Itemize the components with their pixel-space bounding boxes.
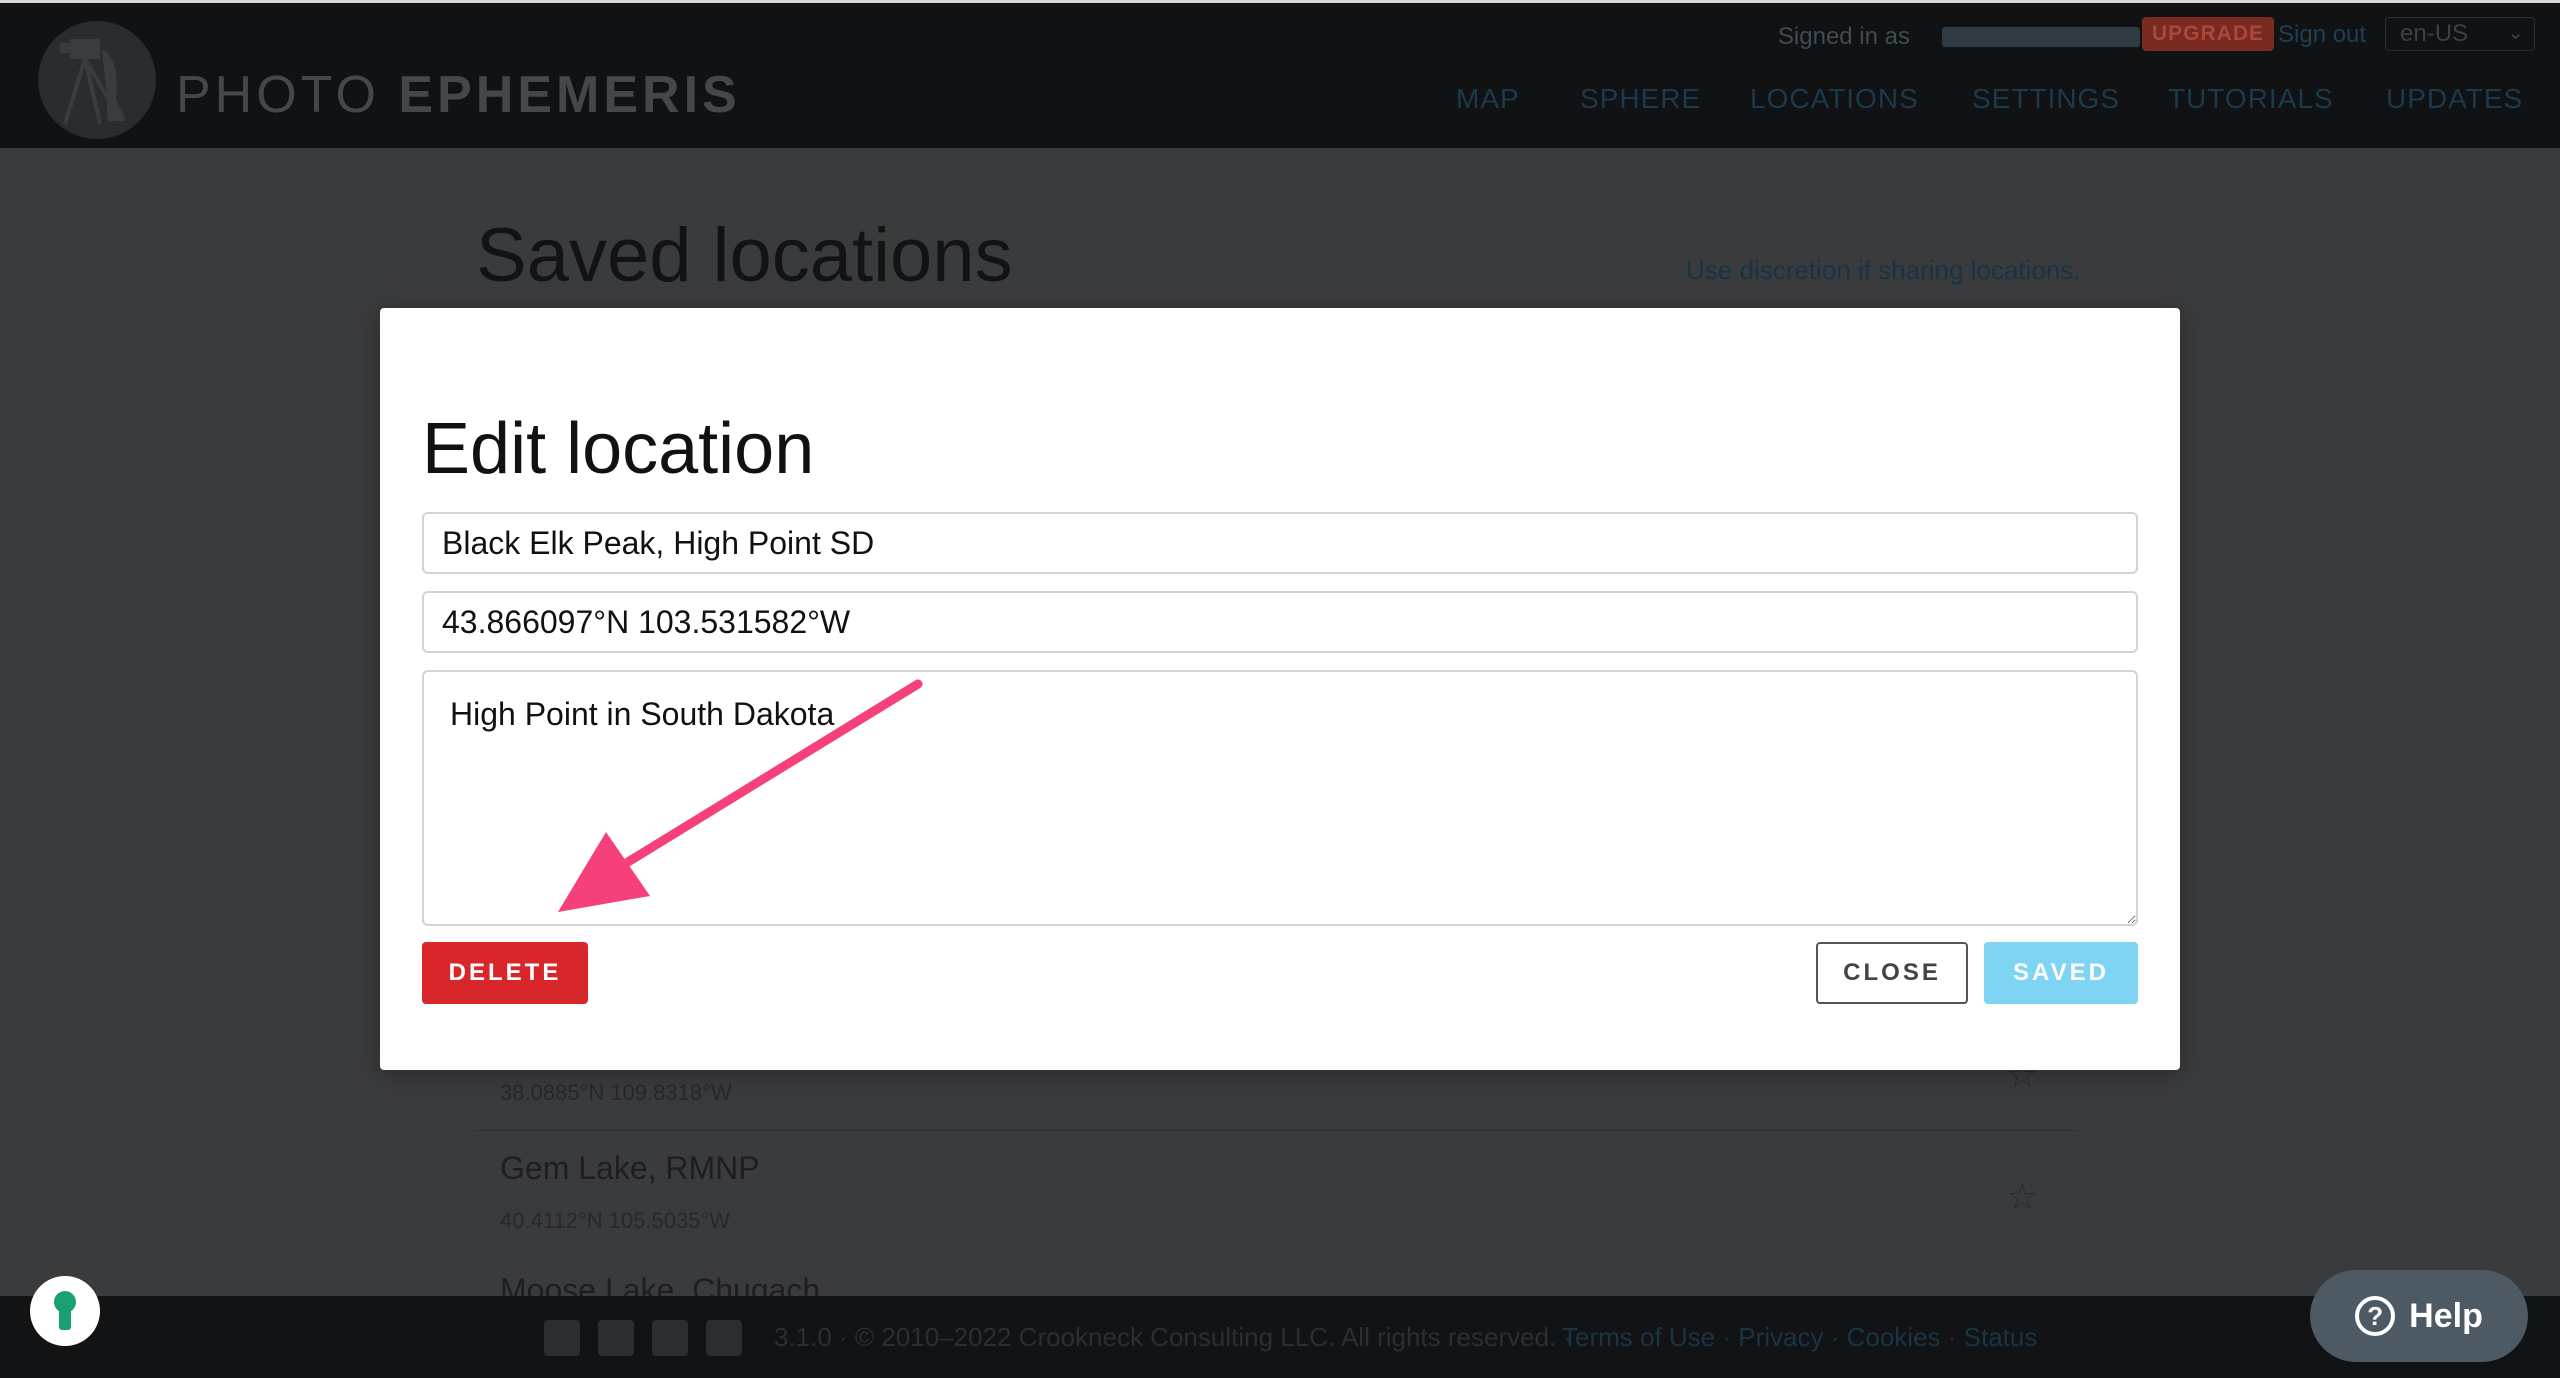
location-coords: 40.4112°N 105.5035°W: [500, 1208, 731, 1233]
page-title: Saved locations: [476, 213, 1013, 298]
language-value: en-US: [2400, 20, 2469, 47]
signed-in-label: Signed in as: [1777, 23, 1910, 50]
edit-location-modal: Edit location High Point in South Dakota…: [380, 308, 2180, 1070]
coordinates-input[interactable]: [422, 591, 2138, 653]
brand-logo-text[interactable]: PHOTO EPHEMERIS: [176, 65, 741, 125]
chevron-down-icon: ⌄: [2507, 22, 2524, 44]
question-circle-icon: ?: [2355, 1296, 2396, 1336]
upgrade-button[interactable]: UPGRADE: [2142, 17, 2275, 51]
vimeo-icon[interactable]: [706, 1320, 742, 1356]
nav-locations[interactable]: LOCATIONS: [1750, 83, 1919, 115]
nav-updates[interactable]: UPDATES: [2386, 83, 2523, 115]
footer-links[interactable]: Terms of Use · Privacy · Cookies · Statu…: [1562, 1322, 2037, 1353]
help-label: Help: [2409, 1296, 2483, 1335]
keyhole-icon: [54, 1291, 76, 1330]
location-name[interactable]: Gem Lake, RMNP: [500, 1150, 760, 1187]
nav-map[interactable]: MAP: [1456, 83, 1520, 115]
top-navbar: PHOTO EPHEMERIS Signed in as UPGRADE Sig…: [0, 0, 2560, 148]
language-select[interactable]: en-US ⌄: [2385, 17, 2535, 51]
nav-sphere[interactable]: SPHERE: [1580, 83, 1701, 115]
photographer-logo-icon: [38, 21, 156, 139]
modal-title: Edit location: [422, 409, 815, 489]
twitter-icon[interactable]: [544, 1320, 580, 1356]
password-manager-button[interactable]: [30, 1276, 100, 1346]
footer-copyright: 3.1.0 · © 2010–2022 Crookneck Consulting…: [774, 1322, 1573, 1352]
location-name-input[interactable]: [422, 512, 2138, 574]
favorite-star-icon[interactable]: ☆: [2006, 1176, 2038, 1218]
signed-in-user-redacted: [1942, 27, 2140, 47]
discretion-note-link[interactable]: Use discretion if sharing locations.: [1686, 255, 2081, 286]
footer: 3.1.0 · © 2010–2022 Crookneck Consulting…: [0, 1296, 2560, 1378]
help-button[interactable]: ? Help: [2310, 1270, 2528, 1362]
sign-out-link[interactable]: Sign out: [2278, 21, 2366, 49]
location-coords: 38.0885°N 109.8318°W: [500, 1080, 732, 1105]
row-divider: [476, 1130, 2076, 1131]
close-button[interactable]: CLOSE: [1816, 942, 1968, 1004]
instagram-icon[interactable]: [652, 1320, 688, 1356]
nav-settings[interactable]: SETTINGS: [1972, 83, 2120, 115]
notes-textarea[interactable]: High Point in South Dakota: [422, 670, 2138, 926]
social-links: [544, 1320, 742, 1356]
saved-button[interactable]: SAVED: [1984, 942, 2138, 1004]
delete-button[interactable]: DELETE: [422, 942, 588, 1004]
facebook-icon[interactable]: [598, 1320, 634, 1356]
nav-tutorials[interactable]: TUTORIALS: [2168, 83, 2334, 115]
